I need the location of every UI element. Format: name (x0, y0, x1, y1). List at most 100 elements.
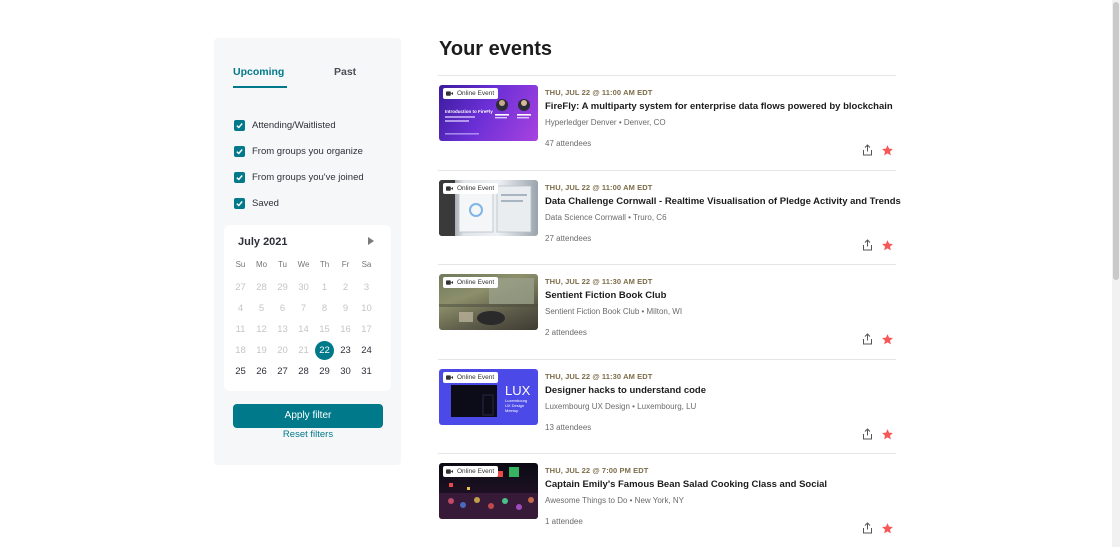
saved-star-icon[interactable] (881, 522, 894, 535)
share-icon[interactable] (862, 238, 873, 251)
filter-organize[interactable]: From groups you organize (234, 138, 364, 164)
calendar-day[interactable]: 25 (230, 361, 251, 382)
saved-star-icon[interactable] (881, 144, 894, 157)
calendar-day[interactable]: 26 (251, 361, 272, 382)
event-thumbnail[interactable]: Online Event (439, 463, 538, 519)
calendar-day[interactable]: 30 (335, 361, 356, 382)
calendar-day[interactable]: 28 (293, 361, 314, 382)
calendar-day[interactable]: 29 (314, 361, 335, 382)
event-title[interactable]: Designer hacks to understand code (545, 385, 706, 396)
filter-saved[interactable]: Saved (234, 190, 364, 216)
calendar-day[interactable]: 16 (335, 319, 356, 340)
calendar-day[interactable]: 19 (251, 340, 272, 361)
share-icon[interactable] (862, 522, 873, 534)
page-title: Your events (439, 38, 552, 60)
video-camera-icon (446, 280, 453, 285)
event-title[interactable]: Data Challenge Cornwall - Realtime Visua… (545, 196, 901, 207)
weekday-label: Su (235, 260, 246, 269)
video-camera-icon (446, 185, 453, 191)
calendar-day[interactable]: 8 (314, 298, 335, 319)
reset-filters-link[interactable]: Reset filters (233, 429, 383, 440)
event-date: THU, JUL 22 @ 11:00 AM EDT (545, 88, 653, 97)
calendar-day[interactable]: 24 (356, 340, 377, 361)
calendar-day[interactable]: 29 (272, 277, 293, 298)
calendar-day[interactable]: 2 (335, 277, 356, 298)
calendar-day[interactable]: 4 (230, 298, 251, 319)
tab-past[interactable]: Past (334, 66, 356, 78)
calendar-day[interactable]: 5 (251, 298, 272, 319)
checkbox-checked-icon[interactable] (234, 145, 245, 157)
calendar-day[interactable]: 15 (314, 319, 335, 340)
saved-star-icon[interactable] (881, 239, 894, 252)
calendar-month-label: July 2021 (238, 236, 288, 248)
badge-label: Online Event (457, 279, 495, 286)
filter-joined[interactable]: From groups you've joined (234, 164, 364, 190)
date-picker-calendar: July 2021 Su Mo Tu We Th Fr Sa 27 28 29 30 1 2 3 4 5 6 7 8… (224, 225, 391, 391)
calendar-day[interactable]: 6 (272, 298, 293, 319)
event-group-location: Awesome Things to Do • New York, NY (545, 496, 685, 505)
calendar-day-selected[interactable]: 22 (314, 340, 335, 361)
filter-attending[interactable]: Attending/Waitlisted (234, 112, 364, 138)
event-card[interactable]: Online Event THU, JUL 22 @ 11:00 AM EDT … (438, 169, 901, 265)
svg-text:Meetup: Meetup (505, 408, 519, 413)
event-thumbnail[interactable]: Introduction to FireFly Online Event (439, 85, 538, 141)
calendar-day[interactable]: 9 (335, 298, 356, 319)
event-thumbnail[interactable]: Online Event (439, 179, 538, 236)
tab-upcoming[interactable]: Upcoming (233, 66, 288, 88)
event-thumbnail[interactable]: LUX Luxembourg UX Design Meetup Online E… (439, 368, 538, 425)
badge-label: Online Event (457, 184, 495, 192)
calendar-day[interactable]: 10 (356, 298, 377, 319)
calendar-day[interactable]: 11 (230, 319, 251, 340)
event-date: THU, JUL 22 @ 7:00 PM EDT (545, 466, 649, 475)
calendar-day[interactable]: 27 (272, 361, 293, 382)
event-title[interactable]: Sentient Fiction Book Club (545, 290, 666, 301)
event-card[interactable]: Introduction to FireFly Online Event THU… (438, 75, 896, 170)
calendar-day[interactable]: 7 (293, 298, 314, 319)
next-month-icon[interactable] (368, 237, 374, 245)
event-thumbnail[interactable]: Online Event (439, 274, 538, 330)
calendar-day[interactable]: 14 (293, 319, 314, 340)
calendar-day[interactable]: 1 (314, 277, 335, 298)
online-event-badge: Online Event (443, 182, 499, 194)
event-card[interactable]: LUX Luxembourg UX Design Meetup Online E… (438, 358, 896, 454)
event-attendees: 47 attendees (545, 139, 592, 148)
online-event-badge: Online Event (443, 88, 499, 99)
calendar-day[interactable]: 30 (293, 277, 314, 298)
share-icon[interactable] (862, 427, 873, 440)
selected-day-number: 22 (315, 341, 334, 360)
event-card[interactable]: Online Event THU, JUL 22 @ 11:30 AM EDT … (438, 264, 896, 359)
saved-star-icon[interactable] (881, 428, 894, 441)
calendar-day[interactable]: 28 (251, 277, 272, 298)
calendar-day[interactable]: 21 (293, 340, 314, 361)
share-icon[interactable] (862, 144, 873, 156)
calendar-day[interactable]: 17 (356, 319, 377, 340)
event-date: THU, JUL 22 @ 11:00 AM EDT (545, 182, 653, 192)
checkbox-checked-icon[interactable] (234, 171, 245, 183)
calendar-day[interactable]: 13 (272, 319, 293, 340)
calendar-day[interactable]: 12 (251, 319, 272, 340)
calendar-day[interactable]: 23 (335, 340, 356, 361)
calendar-day[interactable]: 3 (356, 277, 377, 298)
scrollbar-thumb[interactable] (1113, 2, 1119, 280)
calendar-day[interactable]: 31 (356, 361, 377, 382)
checkbox-checked-icon[interactable] (234, 119, 245, 131)
thumbnail-title-text: Introduction to FireFly (445, 109, 493, 114)
saved-star-icon[interactable] (881, 333, 894, 346)
event-title[interactable]: Captain Emily's Famous Bean Salad Cookin… (545, 479, 827, 490)
event-title[interactable]: FireFly: A multiparty system for enterpr… (545, 101, 893, 112)
event-attendees: 13 attendees (545, 422, 592, 432)
calendar-day[interactable]: 18 (230, 340, 251, 361)
event-attendees: 2 attendees (545, 328, 587, 337)
video-camera-icon (446, 374, 453, 380)
calendar-day[interactable]: 20 (272, 340, 293, 361)
apply-filter-button[interactable]: Apply filter (233, 404, 383, 428)
checkbox-checked-icon[interactable] (234, 197, 245, 209)
event-group-location: Hyperledger Denver • Denver, CO (545, 118, 666, 127)
share-icon[interactable] (862, 333, 873, 345)
badge-label: Online Event (457, 373, 495, 381)
page-scrollbar[interactable] (1112, 0, 1120, 547)
lux-logo-text: LUX (505, 383, 531, 398)
calendar-day[interactable]: 27 (230, 277, 251, 298)
event-card[interactable]: Online Event THU, JUL 22 @ 7:00 PM EDT C… (438, 453, 896, 547)
video-camera-icon (446, 469, 453, 474)
